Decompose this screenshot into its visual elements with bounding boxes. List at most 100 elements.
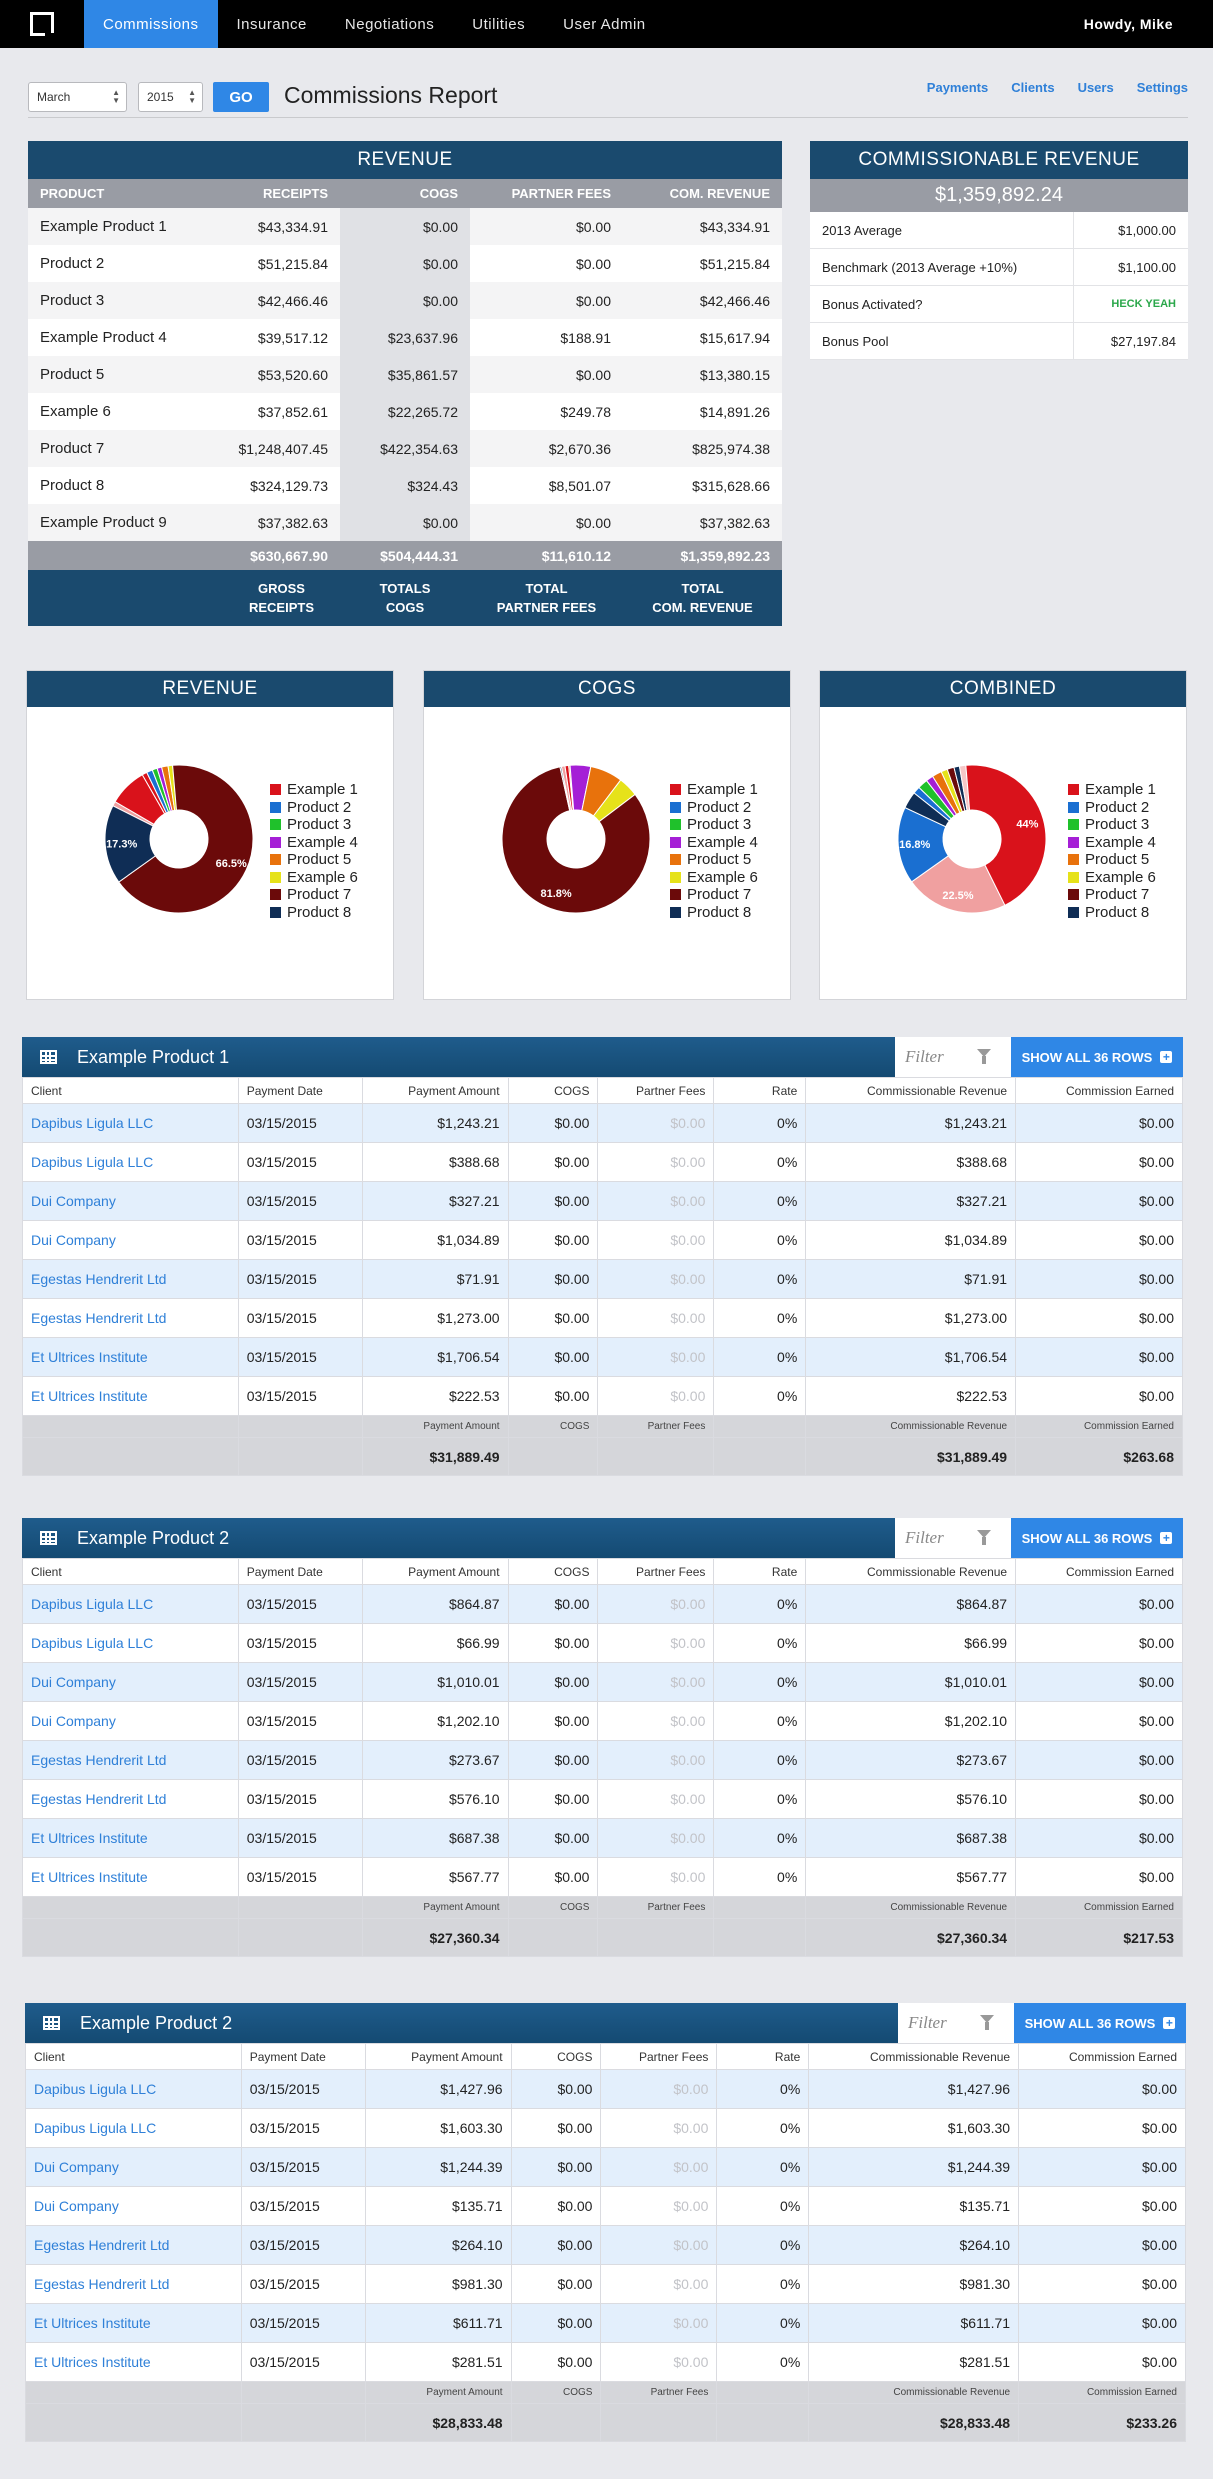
- table-cell: $281.51: [808, 2342, 1020, 2382]
- column-header[interactable]: Partner Fees: [597, 1558, 715, 1585]
- column-header[interactable]: Commission Earned: [1015, 1077, 1183, 1104]
- table-cell: $687.38: [805, 1818, 1017, 1858]
- column-header[interactable]: Rate: [713, 1558, 807, 1585]
- column-header[interactable]: Payment Amount: [364, 2043, 512, 2070]
- client-link[interactable]: Dapibus Ligula LLC: [25, 2108, 242, 2148]
- filter-icon[interactable]: [977, 1530, 991, 1545]
- revenue-total: [28, 541, 223, 570]
- client-link[interactable]: Egestas Hendrerit Ltd: [25, 2264, 242, 2304]
- client-link[interactable]: Et Ultrices Institute: [25, 2342, 242, 2382]
- table-cell: $388.68: [805, 1142, 1017, 1182]
- client-link[interactable]: Egestas Hendrerit Ltd: [22, 1740, 239, 1780]
- table-cell: $0.00: [597, 1337, 715, 1377]
- link-users[interactable]: Users: [1078, 80, 1114, 95]
- client-link[interactable]: Dapibus Ligula LLC: [22, 1103, 239, 1143]
- column-header[interactable]: Commissionable Revenue: [805, 1558, 1017, 1585]
- client-link[interactable]: Dapibus Ligula LLC: [22, 1142, 239, 1182]
- client-link[interactable]: Egestas Hendrerit Ltd: [22, 1259, 239, 1299]
- summary-label: Commission Earned: [1015, 1415, 1183, 1438]
- revenue-cell: $2,670.36: [470, 430, 623, 467]
- show-all-button[interactable]: SHOW ALL 36 ROWS +: [1009, 1518, 1183, 1558]
- summary-label: COGS: [507, 1415, 599, 1438]
- column-header[interactable]: Partner Fees: [597, 1077, 715, 1104]
- nav-tab-negotiations[interactable]: Negotiations: [326, 0, 453, 48]
- summary-value: [597, 1437, 715, 1476]
- client-link[interactable]: Et Ultrices Institute: [25, 2303, 242, 2343]
- column-header[interactable]: Rate: [716, 2043, 810, 2070]
- product-name: Example Product 1: [28, 208, 223, 245]
- filter-icon[interactable]: [980, 2015, 994, 2030]
- filter-input[interactable]: Filter: [895, 1037, 1009, 1077]
- commissionable-title: COMMISSIONABLE REVENUE: [810, 141, 1188, 179]
- legend-item: Product 7: [1068, 886, 1156, 904]
- nav-tab-utilities[interactable]: Utilities: [453, 0, 544, 48]
- link-payments[interactable]: Payments: [927, 80, 988, 95]
- legend-item: Example 6: [670, 869, 758, 887]
- table-cell: $611.71: [808, 2303, 1020, 2343]
- summary-labels-row: Payment Amount COGS Partner Fees Commission…: [22, 1415, 1183, 1438]
- table-cell: $0.00: [600, 2303, 718, 2343]
- go-button[interactable]: GO: [213, 82, 269, 112]
- column-header[interactable]: Client: [25, 2043, 242, 2070]
- client-link[interactable]: Dui Company: [22, 1220, 239, 1260]
- client-link[interactable]: Dui Company: [25, 2147, 242, 2187]
- comm-value: $1,100.00: [1118, 259, 1176, 275]
- column-header[interactable]: Payment Date: [237, 1077, 363, 1104]
- column-header[interactable]: COGS: [507, 1558, 599, 1585]
- column-header[interactable]: Partner Fees: [600, 2043, 718, 2070]
- column-header[interactable]: Payment Amount: [361, 1077, 509, 1104]
- show-all-button[interactable]: SHOW ALL 36 ROWS +: [1009, 1037, 1183, 1077]
- column-header[interactable]: COGS: [510, 2043, 602, 2070]
- column-header[interactable]: Client: [22, 1558, 239, 1585]
- column-header[interactable]: Commissionable Revenue: [805, 1077, 1017, 1104]
- table-cell: $567.77: [805, 1857, 1017, 1897]
- legend-swatch: [670, 889, 681, 901]
- client-link[interactable]: Egestas Hendrerit Ltd: [22, 1779, 239, 1819]
- legend-label: Product 8: [287, 903, 352, 921]
- link-settings[interactable]: Settings: [1137, 80, 1188, 95]
- client-link[interactable]: Dui Company: [22, 1701, 239, 1741]
- table-cell: 0%: [713, 1259, 807, 1299]
- table-cell: $0.00: [1015, 1623, 1183, 1663]
- client-link[interactable]: Egestas Hendrerit Ltd: [25, 2225, 242, 2265]
- column-header[interactable]: Commissionable Revenue: [808, 2043, 1020, 2070]
- filter-icon[interactable]: [977, 1049, 991, 1064]
- client-link[interactable]: Et Ultrices Institute: [22, 1857, 239, 1897]
- revenue-cell: $0.00: [340, 282, 470, 319]
- client-link[interactable]: Et Ultrices Institute: [22, 1376, 239, 1416]
- client-link[interactable]: Et Ultrices Institute: [22, 1818, 239, 1858]
- year-select[interactable]: 2015 ▲ ▼: [138, 82, 203, 112]
- client-link[interactable]: Dapibus Ligula LLC: [22, 1584, 239, 1624]
- column-header[interactable]: Commission Earned: [1015, 1558, 1183, 1585]
- column-header[interactable]: Commission Earned: [1018, 2043, 1186, 2070]
- column-header[interactable]: Payment Amount: [361, 1558, 509, 1585]
- column-header[interactable]: COGS: [507, 1077, 599, 1104]
- column-header[interactable]: Rate: [713, 1077, 807, 1104]
- table-cell: $1,427.96: [364, 2069, 512, 2109]
- link-clients[interactable]: Clients: [1011, 80, 1054, 95]
- filter-input[interactable]: Filter: [895, 1518, 1009, 1558]
- column-header[interactable]: Payment Date: [237, 1558, 363, 1585]
- column-header[interactable]: Payment Date: [240, 2043, 366, 2070]
- table-cell: $0.00: [597, 1740, 715, 1780]
- user-greeting[interactable]: Howdy, Mike: [1084, 0, 1173, 48]
- nav-tab-insurance[interactable]: Insurance: [218, 0, 326, 48]
- client-link[interactable]: Egestas Hendrerit Ltd: [22, 1298, 239, 1338]
- nav-tab-commissions[interactable]: Commissions: [84, 0, 218, 48]
- revenue-cell: $42,466.46: [223, 282, 340, 319]
- client-link[interactable]: Dapibus Ligula LLC: [22, 1623, 239, 1663]
- month-select[interactable]: March ▲ ▼: [28, 82, 127, 112]
- client-link[interactable]: Et Ultrices Institute: [22, 1337, 239, 1377]
- revenue-cell: $0.00: [470, 504, 623, 541]
- show-all-button[interactable]: SHOW ALL 36 ROWS +: [1012, 2003, 1186, 2043]
- logo[interactable]: [0, 0, 84, 48]
- client-link[interactable]: Dapibus Ligula LLC: [25, 2069, 242, 2109]
- table-cell: $222.53: [805, 1376, 1017, 1416]
- column-header[interactable]: Client: [22, 1077, 239, 1104]
- client-link[interactable]: Dui Company: [22, 1181, 239, 1221]
- filter-input[interactable]: Filter: [898, 2003, 1012, 2043]
- table-cell: $388.68: [361, 1142, 509, 1182]
- nav-tab-user-admin[interactable]: User Admin: [544, 0, 665, 48]
- client-link[interactable]: Dui Company: [25, 2186, 242, 2226]
- client-link[interactable]: Dui Company: [22, 1662, 239, 1702]
